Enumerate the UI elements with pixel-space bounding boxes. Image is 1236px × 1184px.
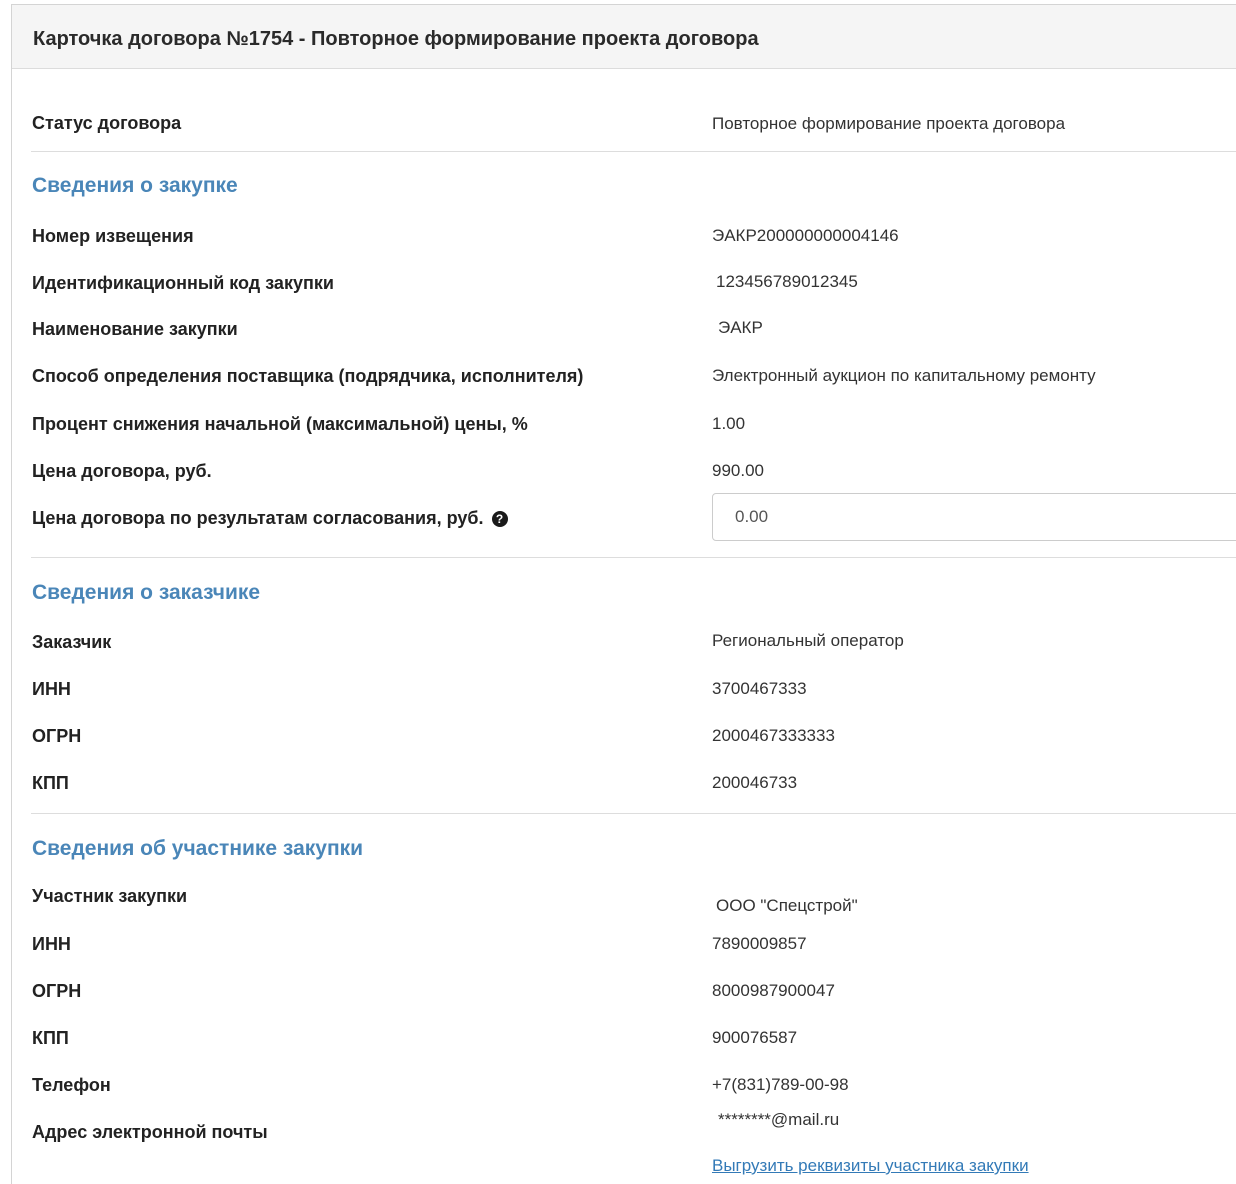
section-heading-participant: Сведения об участнике закупки [32,837,364,860]
export-participant-details-link[interactable]: Выгрузить реквизиты участника закупки [712,1156,1029,1176]
contract-price-label: Цена договора, руб. [32,461,212,481]
purchase-name-value: ЭАКР [718,318,763,337]
customer-value: Региональный оператор [712,631,904,650]
customer-label: Заказчик [32,632,112,652]
notice-number-value: ЭАКР200000000004146 [712,226,899,245]
participant-ogrn-label: ОГРН [32,981,82,1001]
customer-kpp-value: 200046733 [712,773,798,792]
contract-price-value: 990.00 [712,461,764,480]
participant-ogrn-value: 8000987900047 [712,981,835,1000]
customer-ogrn-label: ОГРН [32,726,82,746]
participant-value: ООО "Спецстрой" [716,896,858,915]
participant-label: Участник закупки [32,886,188,906]
agreed-price-label: Цена договора по результатам согласовани… [32,508,508,529]
customer-ogrn-value: 2000467333333 [712,726,835,745]
participant-email-label: Адрес электронной почты [32,1122,268,1142]
participant-phone-value: +7(831)789-00-98 [712,1075,849,1094]
question-circle-icon[interactable]: ? [491,511,508,527]
participant-kpp-label: КПП [32,1028,69,1048]
supplier-method-value: Электронный аукцион по капитальному ремо… [712,366,1096,385]
agreed-price-label-text: Цена договора по результатам согласовани… [32,508,484,528]
page-title: Карточка договора №1754 - Повторное форм… [33,28,759,50]
participant-phone-label: Телефон [32,1075,111,1095]
participant-inn-label: ИНН [32,934,71,954]
participant-inn-value: 7890009857 [712,934,807,953]
price-reduction-label: Процент снижения начальной (максимальной… [32,414,528,434]
customer-kpp-label: КПП [32,773,69,793]
price-reduction-value: 1.00 [712,414,746,433]
notice-number-label: Номер извещения [32,226,194,246]
divider [31,557,1236,558]
customer-inn-label: ИНН [32,679,71,699]
section-heading-customer: Сведения о заказчике [32,581,261,604]
customer-inn-value: 3700467333 [712,679,807,698]
participant-email-value: ********@mail.ru [718,1110,840,1129]
divider [31,813,1236,814]
purchase-code-value: 123456789012345 [716,272,858,291]
supplier-method-label: Способ определения поставщика (подрядчик… [32,366,584,386]
section-heading-purchase: Сведения о закупке [32,174,238,197]
status-label: Статус договора [32,113,182,133]
participant-kpp-value: 900076587 [712,1028,798,1047]
status-value: Повторное формирование проекта договора [712,114,1066,133]
purchase-name-label: Наименование закупки [32,319,238,339]
agreed-price-input[interactable] [712,493,1236,541]
purchase-code-label: Идентификационный код закупки [32,273,334,293]
divider [31,151,1236,152]
